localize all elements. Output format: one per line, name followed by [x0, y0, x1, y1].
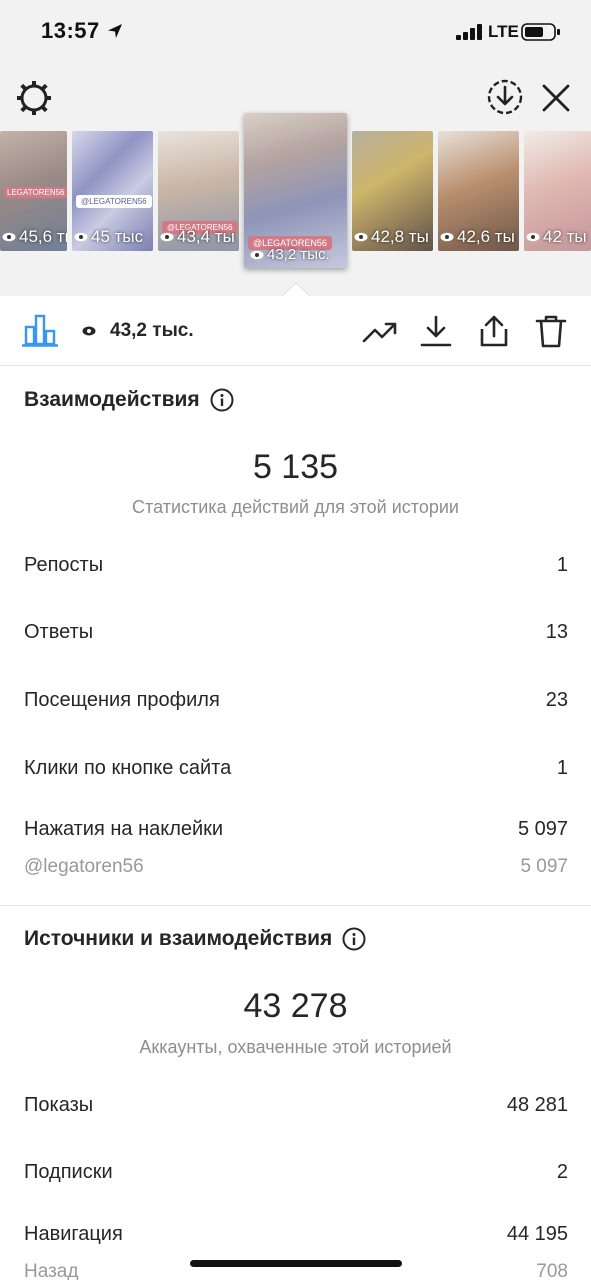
stat-value: 5 097	[517, 818, 568, 840]
interactions-caption: Статистика действий для этой истории	[132, 497, 459, 517]
eye-icon	[74, 232, 88, 242]
stat-label: Нажатия на наклейки	[24, 818, 224, 840]
interactions-header: Взаимодействия	[24, 388, 234, 412]
story-thumbnail-2[interactable]: @LEGATOREN56 45 тыс	[72, 131, 153, 251]
stat-label: Назад	[24, 1261, 79, 1280]
stat-row-profile-visits: Посещения профиля 23	[24, 689, 568, 712]
stat-value: 23	[545, 689, 568, 711]
stat-value: 48 281	[506, 1094, 568, 1116]
info-icon[interactable]	[210, 388, 234, 412]
stat-label: Навигация	[24, 1223, 123, 1245]
stat-value: 708	[536, 1261, 568, 1280]
discovery-caption: Аккаунты, охваченные этой историей	[139, 1037, 452, 1057]
story-views: 45 тыс	[74, 227, 143, 247]
circle-download-icon[interactable]	[485, 77, 525, 117]
story-tag: LEGATOREN56	[4, 187, 67, 198]
views-summary: 43,2 тыс.	[82, 320, 194, 342]
stat-value: 1	[556, 554, 568, 576]
stat-label: Посещения профиля	[24, 689, 220, 711]
selected-story-caret	[281, 282, 311, 297]
share-icon[interactable]	[476, 314, 512, 348]
stat-value: 13	[545, 621, 568, 643]
story-views: 43,2 тыс.	[250, 246, 330, 263]
story-views: 43,4 ты	[160, 227, 235, 247]
stat-value: 1	[556, 757, 568, 779]
interactions-total: 5 135	[252, 448, 339, 486]
story-strip-area: 13:57 LTE LEGATOREN56 45,6 т @LEGATOREN5…	[0, 0, 591, 297]
stat-row-follows: Подписки 2	[24, 1161, 568, 1184]
interactions-title: Взаимодействия	[24, 388, 200, 411]
discovery-header: Источники и взаимодействия	[24, 927, 366, 951]
stat-subrow-sticker-mention: @legatoren56 5 097	[24, 856, 568, 878]
location-arrow-icon	[108, 24, 122, 38]
network-label: LTE	[488, 22, 519, 41]
stat-row-impressions: Показы 48 281	[24, 1094, 568, 1117]
gear-icon[interactable]	[14, 78, 54, 118]
eye-icon	[160, 232, 174, 242]
battery-icon	[521, 23, 560, 41]
status-time: 13:57	[41, 18, 100, 43]
story-thumbnail-3[interactable]: @LEGATOREN56 43,4 ты	[158, 131, 239, 251]
stat-row-website-clicks: Клики по кнопке сайта 1	[24, 757, 568, 780]
home-indicator[interactable]	[190, 1260, 402, 1267]
eye-icon	[2, 232, 16, 242]
stat-row-sticker-taps: Нажатия на наклейки 5 097	[24, 818, 568, 841]
stat-row-reposts: Репосты 1	[24, 554, 568, 577]
stat-row-navigation: Навигация 44 195	[24, 1223, 568, 1246]
story-thumbnail-6[interactable]: 42,6 ты	[438, 131, 519, 251]
story-views: 42,6 ты	[440, 227, 515, 247]
section-divider	[0, 905, 591, 906]
eye-icon	[82, 326, 96, 336]
stat-label: Репосты	[24, 554, 104, 576]
stat-value: 5 097	[520, 856, 568, 877]
story-views: 42 ты	[526, 227, 587, 247]
discovery-total: 43 278	[243, 987, 348, 1025]
eye-icon	[354, 232, 368, 242]
story-insights-toolbar: 43,2 тыс.	[0, 296, 591, 366]
story-views: 45,6 ты	[2, 227, 67, 247]
stat-label: Клики по кнопке сайта	[24, 757, 232, 779]
close-icon[interactable]	[538, 80, 574, 116]
eye-icon	[250, 250, 264, 259]
stat-value: 44 195	[506, 1223, 568, 1245]
story-thumbnail-selected[interactable]: @LEGATOREN56 43,2 тыс.	[244, 113, 347, 268]
stat-label: @legatoren56	[24, 856, 144, 877]
story-tag: @LEGATOREN56	[76, 195, 152, 208]
story-views: 42,8 ты	[354, 227, 429, 247]
views-count: 43,2 тыс.	[110, 320, 194, 341]
story-thumbnail-5[interactable]: 42,8 ты	[352, 131, 433, 251]
stat-label: Показы	[24, 1094, 94, 1116]
trend-up-icon[interactable]	[362, 314, 398, 348]
eye-icon	[440, 232, 454, 242]
stat-value: 2	[556, 1161, 568, 1183]
info-icon[interactable]	[342, 927, 366, 951]
download-icon[interactable]	[418, 314, 454, 348]
signal-icon	[456, 24, 482, 40]
discovery-title: Источники и взаимодействия	[24, 927, 333, 950]
eye-icon	[526, 232, 540, 242]
stat-row-replies: Ответы 13	[24, 621, 568, 644]
status-bar: 13:57 LTE	[0, 0, 591, 64]
story-thumbnail-7[interactable]: 42 ты	[524, 131, 591, 251]
trash-icon[interactable]	[533, 314, 569, 348]
insights-bars-icon[interactable]	[22, 313, 58, 347]
story-thumbnail-1[interactable]: LEGATOREN56 45,6 ты	[0, 131, 67, 251]
stat-label: Ответы	[24, 621, 94, 643]
stat-label: Подписки	[24, 1161, 113, 1183]
